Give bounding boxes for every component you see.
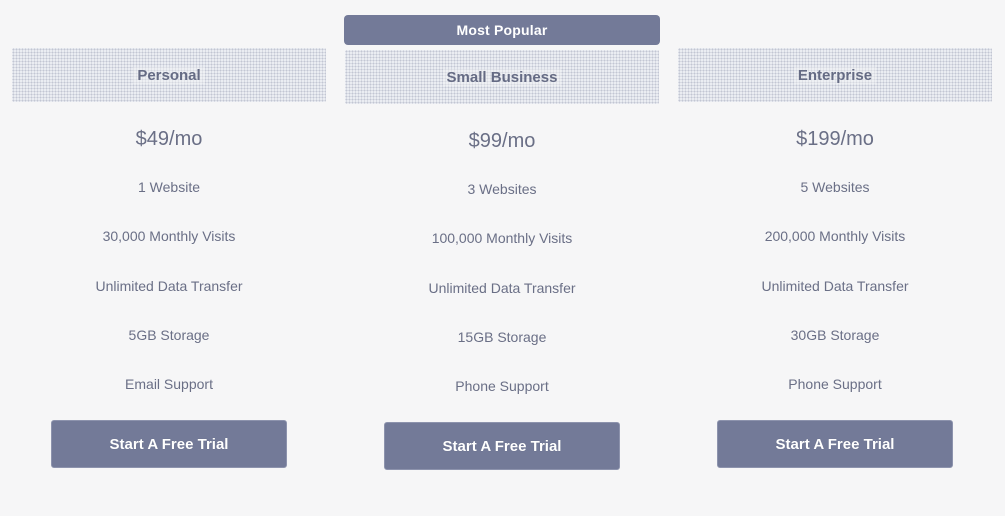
feature-item: Unlimited Data Transfer [761, 277, 909, 294]
plan-header: Enterprise [678, 48, 992, 102]
start-free-trial-button[interactable]: Start A Free Trial [384, 422, 620, 471]
start-free-trial-button[interactable]: Start A Free Trial [717, 420, 953, 469]
pricing-page: Most Popular Personal $49/mo 1 Website 3… [0, 0, 1005, 516]
feature-list: 1 Website 30,000 Monthly Visits Unlimite… [12, 172, 326, 418]
feature-item: Email Support [125, 376, 213, 393]
feature-list: 5 Websites 200,000 Monthly Visits Unlimi… [678, 172, 992, 418]
plan-name: Enterprise [793, 66, 877, 84]
feature-list: 3 Websites 100,000 Monthly Visits Unlimi… [345, 174, 659, 420]
plan-name: Small Business [442, 68, 562, 86]
feature-item: Phone Support [455, 378, 549, 395]
plan-card-enterprise: Enterprise $199/mo 5 Websites 200,000 Mo… [678, 48, 992, 498]
plan-header: Personal [12, 48, 326, 102]
feature-item: Unlimited Data Transfer [95, 277, 243, 294]
feature-item: 100,000 Monthly Visits [431, 230, 573, 247]
most-popular-badge: Most Popular [344, 15, 660, 45]
plan-name: Personal [133, 66, 205, 84]
plan-price: $99/mo [468, 130, 536, 152]
feature-item: 5GB Storage [128, 326, 210, 343]
plan-price: $199/mo [796, 128, 874, 150]
feature-item: Phone Support [788, 376, 882, 393]
plan-price: $49/mo [135, 128, 203, 150]
feature-item: Unlimited Data Transfer [428, 279, 576, 296]
plan-card-personal: Personal $49/mo 1 Website 30,000 Monthly… [12, 48, 326, 498]
start-free-trial-button[interactable]: Start A Free Trial [51, 420, 287, 469]
plan-header: Small Business [345, 50, 659, 104]
feature-item: 200,000 Monthly Visits [764, 228, 906, 245]
feature-item: 5 Websites [800, 179, 870, 195]
feature-item: 3 Websites [467, 181, 537, 197]
plan-card-small-business: Small Business $99/mo 3 Websites 100,000… [345, 50, 659, 500]
most-popular-label: Most Popular [456, 22, 548, 38]
feature-item: 1 Website [138, 179, 200, 195]
feature-item: 15GB Storage [457, 328, 547, 345]
feature-item: 30,000 Monthly Visits [102, 228, 236, 245]
feature-item: 30GB Storage [790, 326, 880, 343]
